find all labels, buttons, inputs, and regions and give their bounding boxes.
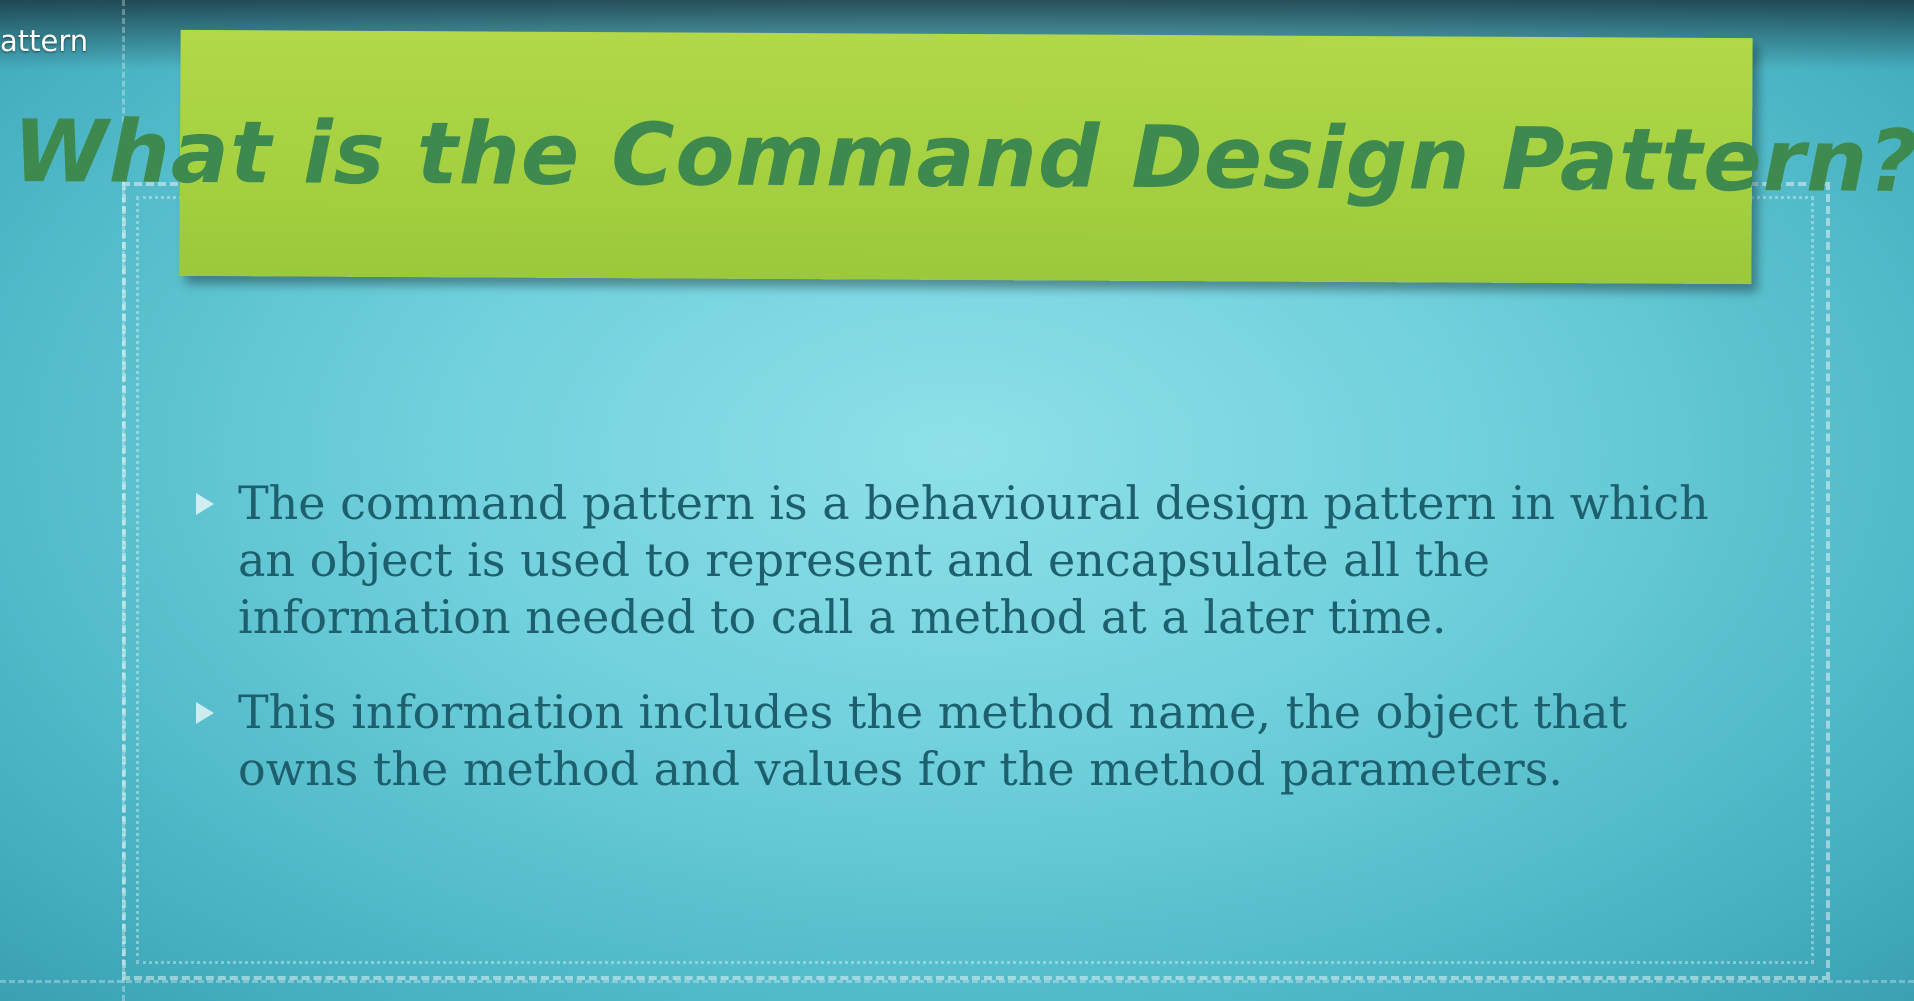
bullet-text: This information includes the method nam… (238, 685, 1628, 796)
bullet-text: The command pattern is a behavioural des… (238, 476, 1709, 644)
decorative-dashed-line-horizontal (0, 980, 1914, 983)
video-title[interactable]: attern (0, 24, 88, 58)
bullet-list: The command pattern is a behavioural des… (190, 475, 1730, 836)
triangle-bullet-icon (196, 493, 214, 515)
slide-title: What is the Command Design Pattern? (12, 102, 1914, 212)
triangle-bullet-icon (196, 702, 214, 724)
title-banner: What is the Command Design Pattern? (12, 29, 1914, 285)
bullet-item: The command pattern is a behavioural des… (190, 475, 1730, 646)
bullet-item: This information includes the method nam… (190, 684, 1730, 798)
